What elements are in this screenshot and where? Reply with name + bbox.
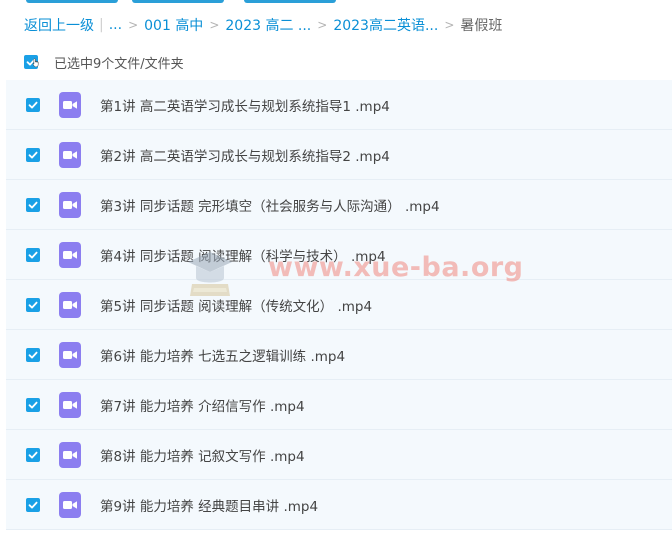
file-row[interactable]: 第5讲 同步话题 阅读理解（传统文化） .mp4 [6,280,672,330]
file-row[interactable]: 第7讲 能力培养 介绍信写作 .mp4 [6,380,672,430]
file-name[interactable]: 第3讲 同步话题 完形填空（社会服务与人际沟通） .mp4 [100,195,440,215]
file-row[interactable]: 第4讲 同步话题 阅读理解（科学与技术） .mp4 [6,230,672,280]
check-icon [28,301,38,308]
video-file-icon [59,141,81,168]
check-icon [28,151,38,158]
breadcrumb-separator: > [209,18,220,32]
breadcrumb-current: 暑假班 [460,18,503,34]
file-name[interactable]: 第6讲 能力培养 七选五之逻辑训练 .mp4 [100,345,345,365]
video-file-icon [59,291,81,318]
check-icon [28,201,38,208]
file-row[interactable]: 第3讲 同步话题 完形填空（社会服务与人际沟通） .mp4 [6,180,672,230]
row-checkbox[interactable] [26,347,40,362]
check-icon [28,101,38,108]
file-name[interactable]: 第8讲 能力培养 记叙文写作 .mp4 [100,445,305,465]
check-icon [28,451,38,458]
breadcrumb-separator: > [128,18,139,32]
top-tab-strip [0,0,672,5]
breadcrumb: 返回上一级 | ... > 001 高中 > 2023 高二 ... > 202… [24,14,502,36]
selection-count-text: 已选中9个文件/文件夹 [54,56,184,72]
file-row[interactable]: 第1讲 高二英语学习成长与规划系统指导1 .mp4 [6,80,672,130]
file-row[interactable]: 第8讲 能力培养 记叙文写作 .mp4 [6,430,672,480]
video-file-icon [59,491,81,518]
file-name[interactable]: 第1讲 高二英语学习成长与规划系统指导1 .mp4 [100,95,390,115]
row-checkbox[interactable] [26,97,40,112]
video-file-icon [59,441,81,468]
top-tab-indicator [26,0,118,3]
check-icon [28,401,38,408]
file-name[interactable]: 第5讲 同步话题 阅读理解（传统文化） .mp4 [100,295,372,315]
file-name[interactable]: 第7讲 能力培养 介绍信写作 .mp4 [100,395,305,415]
select-all-checkbox[interactable] [24,55,39,69]
video-file-icon [59,391,81,418]
top-tab-indicator [244,0,336,3]
back-link[interactable]: 返回上一级 [24,15,94,35]
file-row[interactable]: 第9讲 能力培养 经典题目串讲 .mp4 [6,480,672,530]
breadcrumb-divider: | [99,17,104,33]
breadcrumb-item[interactable]: 2023高二英语... [333,15,438,35]
hand-cursor-icon [32,58,39,68]
row-checkbox[interactable] [26,247,40,262]
breadcrumb-separator: > [444,18,455,32]
row-checkbox[interactable] [26,497,40,512]
breadcrumb-separator: > [317,18,328,32]
check-icon [28,501,38,508]
row-checkbox[interactable] [26,297,40,312]
file-name[interactable]: 第4讲 同步话题 阅读理解（科学与技术） .mp4 [100,245,386,265]
video-file-icon [59,241,81,268]
breadcrumb-ellipsis[interactable]: ... [109,17,122,33]
row-checkbox[interactable] [26,447,40,462]
check-icon [28,351,38,358]
row-checkbox[interactable] [26,197,40,212]
breadcrumb-item[interactable]: 001 高中 [144,15,203,35]
breadcrumb-item[interactable]: 2023 高二 ... [225,15,311,35]
check-icon [28,251,38,258]
row-checkbox[interactable] [26,397,40,412]
file-name[interactable]: 第2讲 高二英语学习成长与规划系统指导2 .mp4 [100,145,390,165]
file-row[interactable]: 第2讲 高二英语学习成长与规划系统指导2 .mp4 [6,130,672,180]
file-row[interactable]: 第6讲 能力培养 七选五之逻辑训练 .mp4 [6,330,672,380]
row-checkbox[interactable] [26,147,40,162]
file-list: 第1讲 高二英语学习成长与规划系统指导1 .mp4 第2讲 高二英语学习成长与规… [6,80,672,530]
video-file-icon [59,191,81,218]
video-file-icon [59,91,81,118]
file-name[interactable]: 第9讲 能力培养 经典题目串讲 .mp4 [100,495,318,515]
top-tab-indicator [132,0,224,3]
selection-bar: 已选中9个文件/文件夹 [24,50,184,74]
video-file-icon [59,341,81,368]
